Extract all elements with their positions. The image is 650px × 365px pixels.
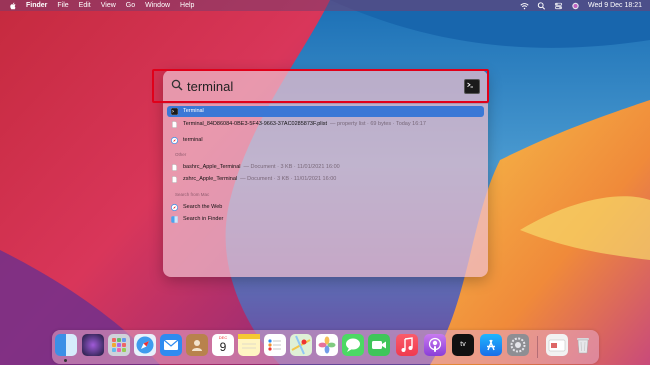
menu-help[interactable]: Help [180,0,194,11]
result-label: Search in Finder [183,216,224,222]
safari-icon [171,204,178,211]
search-icon[interactable] [537,1,546,10]
safari-icon [171,137,178,144]
action-search-web[interactable]: Search the Web [167,202,484,213]
podcasts-icon[interactable] [424,334,446,356]
calendar-day: 9 [219,340,227,354]
apple-menu-icon[interactable] [10,2,17,10]
section-search-label: Search from Mac [175,192,210,197]
running-indicator [64,359,67,362]
wifi-icon[interactable] [520,2,529,10]
siri-icon[interactable] [82,334,104,356]
result-terminal-app[interactable]: Terminal [167,106,484,117]
document-icon [172,164,177,171]
menu-bar: Finder File Edit View Go Window Help Wed… [0,0,650,11]
result-label: Terminal_84D86084-0BE3-5F43-9663-37AC028… [183,121,328,127]
notes-icon[interactable] [238,334,260,356]
contacts-icon[interactable] [186,334,208,356]
dock: DEC 9 tv [52,330,599,364]
terminal-app-icon [171,108,178,115]
reminders-icon[interactable] [264,334,286,356]
safari-icon[interactable] [134,334,156,356]
music-icon[interactable] [396,334,418,356]
downloads-stack-icon[interactable] [546,334,568,356]
calendar-icon[interactable]: DEC 9 [212,334,234,356]
section-other-label: Other [175,152,187,157]
menu-clock[interactable]: Wed 9 Dec 18:21 [588,0,642,11]
action-search-finder[interactable]: Search in Finder [167,214,484,225]
result-label: Terminal [183,108,204,114]
result-terminal-web[interactable]: terminal [167,135,484,146]
apple-tv-icon[interactable]: tv [452,334,474,356]
finder-icon[interactable] [55,334,77,356]
trash-icon[interactable] [572,334,594,356]
messages-icon[interactable] [342,334,364,356]
mail-icon[interactable] [160,334,182,356]
menu-go[interactable]: Go [126,0,135,11]
facetime-icon[interactable] [368,334,390,356]
result-bashrc[interactable]: bashrc_Apple_Terminal — Document · 3 KB … [167,162,484,173]
maps-icon[interactable] [290,334,312,356]
result-label: terminal [183,137,203,143]
app-store-icon[interactable] [480,334,502,356]
document-icon [172,121,177,128]
result-label: bashrc_Apple_Terminal [183,164,241,170]
result-label: zshrc_Apple_Terminal [183,176,238,182]
system-preferences-icon[interactable] [507,334,529,356]
menu-edit[interactable]: Edit [79,0,91,11]
menu-app-name[interactable]: Finder [26,0,47,11]
launchpad-icon[interactable] [108,334,130,356]
search-highlight-box [152,69,489,103]
photos-icon[interactable] [316,334,338,356]
menu-extras: Wed 9 Dec 18:21 [512,0,642,11]
result-label: Search the Web [183,204,223,210]
result-meta: — Document · 3 KB · 11/01/2021 16:00 [240,176,337,182]
result-plist-file[interactable]: Terminal_84D86084-0BE3-5F43-9663-37AC028… [167,119,484,130]
apple-tv-label: tv [460,341,466,348]
menu-window[interactable]: Window [145,0,170,11]
menu-file[interactable]: File [57,0,68,11]
siri-icon[interactable] [571,2,580,10]
result-zshrc[interactable]: zshrc_Apple_Terminal — Document · 3 KB ·… [167,174,484,185]
dock-separator [537,336,538,358]
result-meta: — property list · 69 bytes · Today 16:17 [330,121,426,127]
menu-view[interactable]: View [101,0,116,11]
control-center-icon[interactable] [554,2,563,10]
result-meta: — Document · 3 KB · 11/01/2021 16:00 [243,164,340,170]
finder-icon [171,216,178,223]
document-icon [172,176,177,183]
spotlight-divider [163,103,488,104]
